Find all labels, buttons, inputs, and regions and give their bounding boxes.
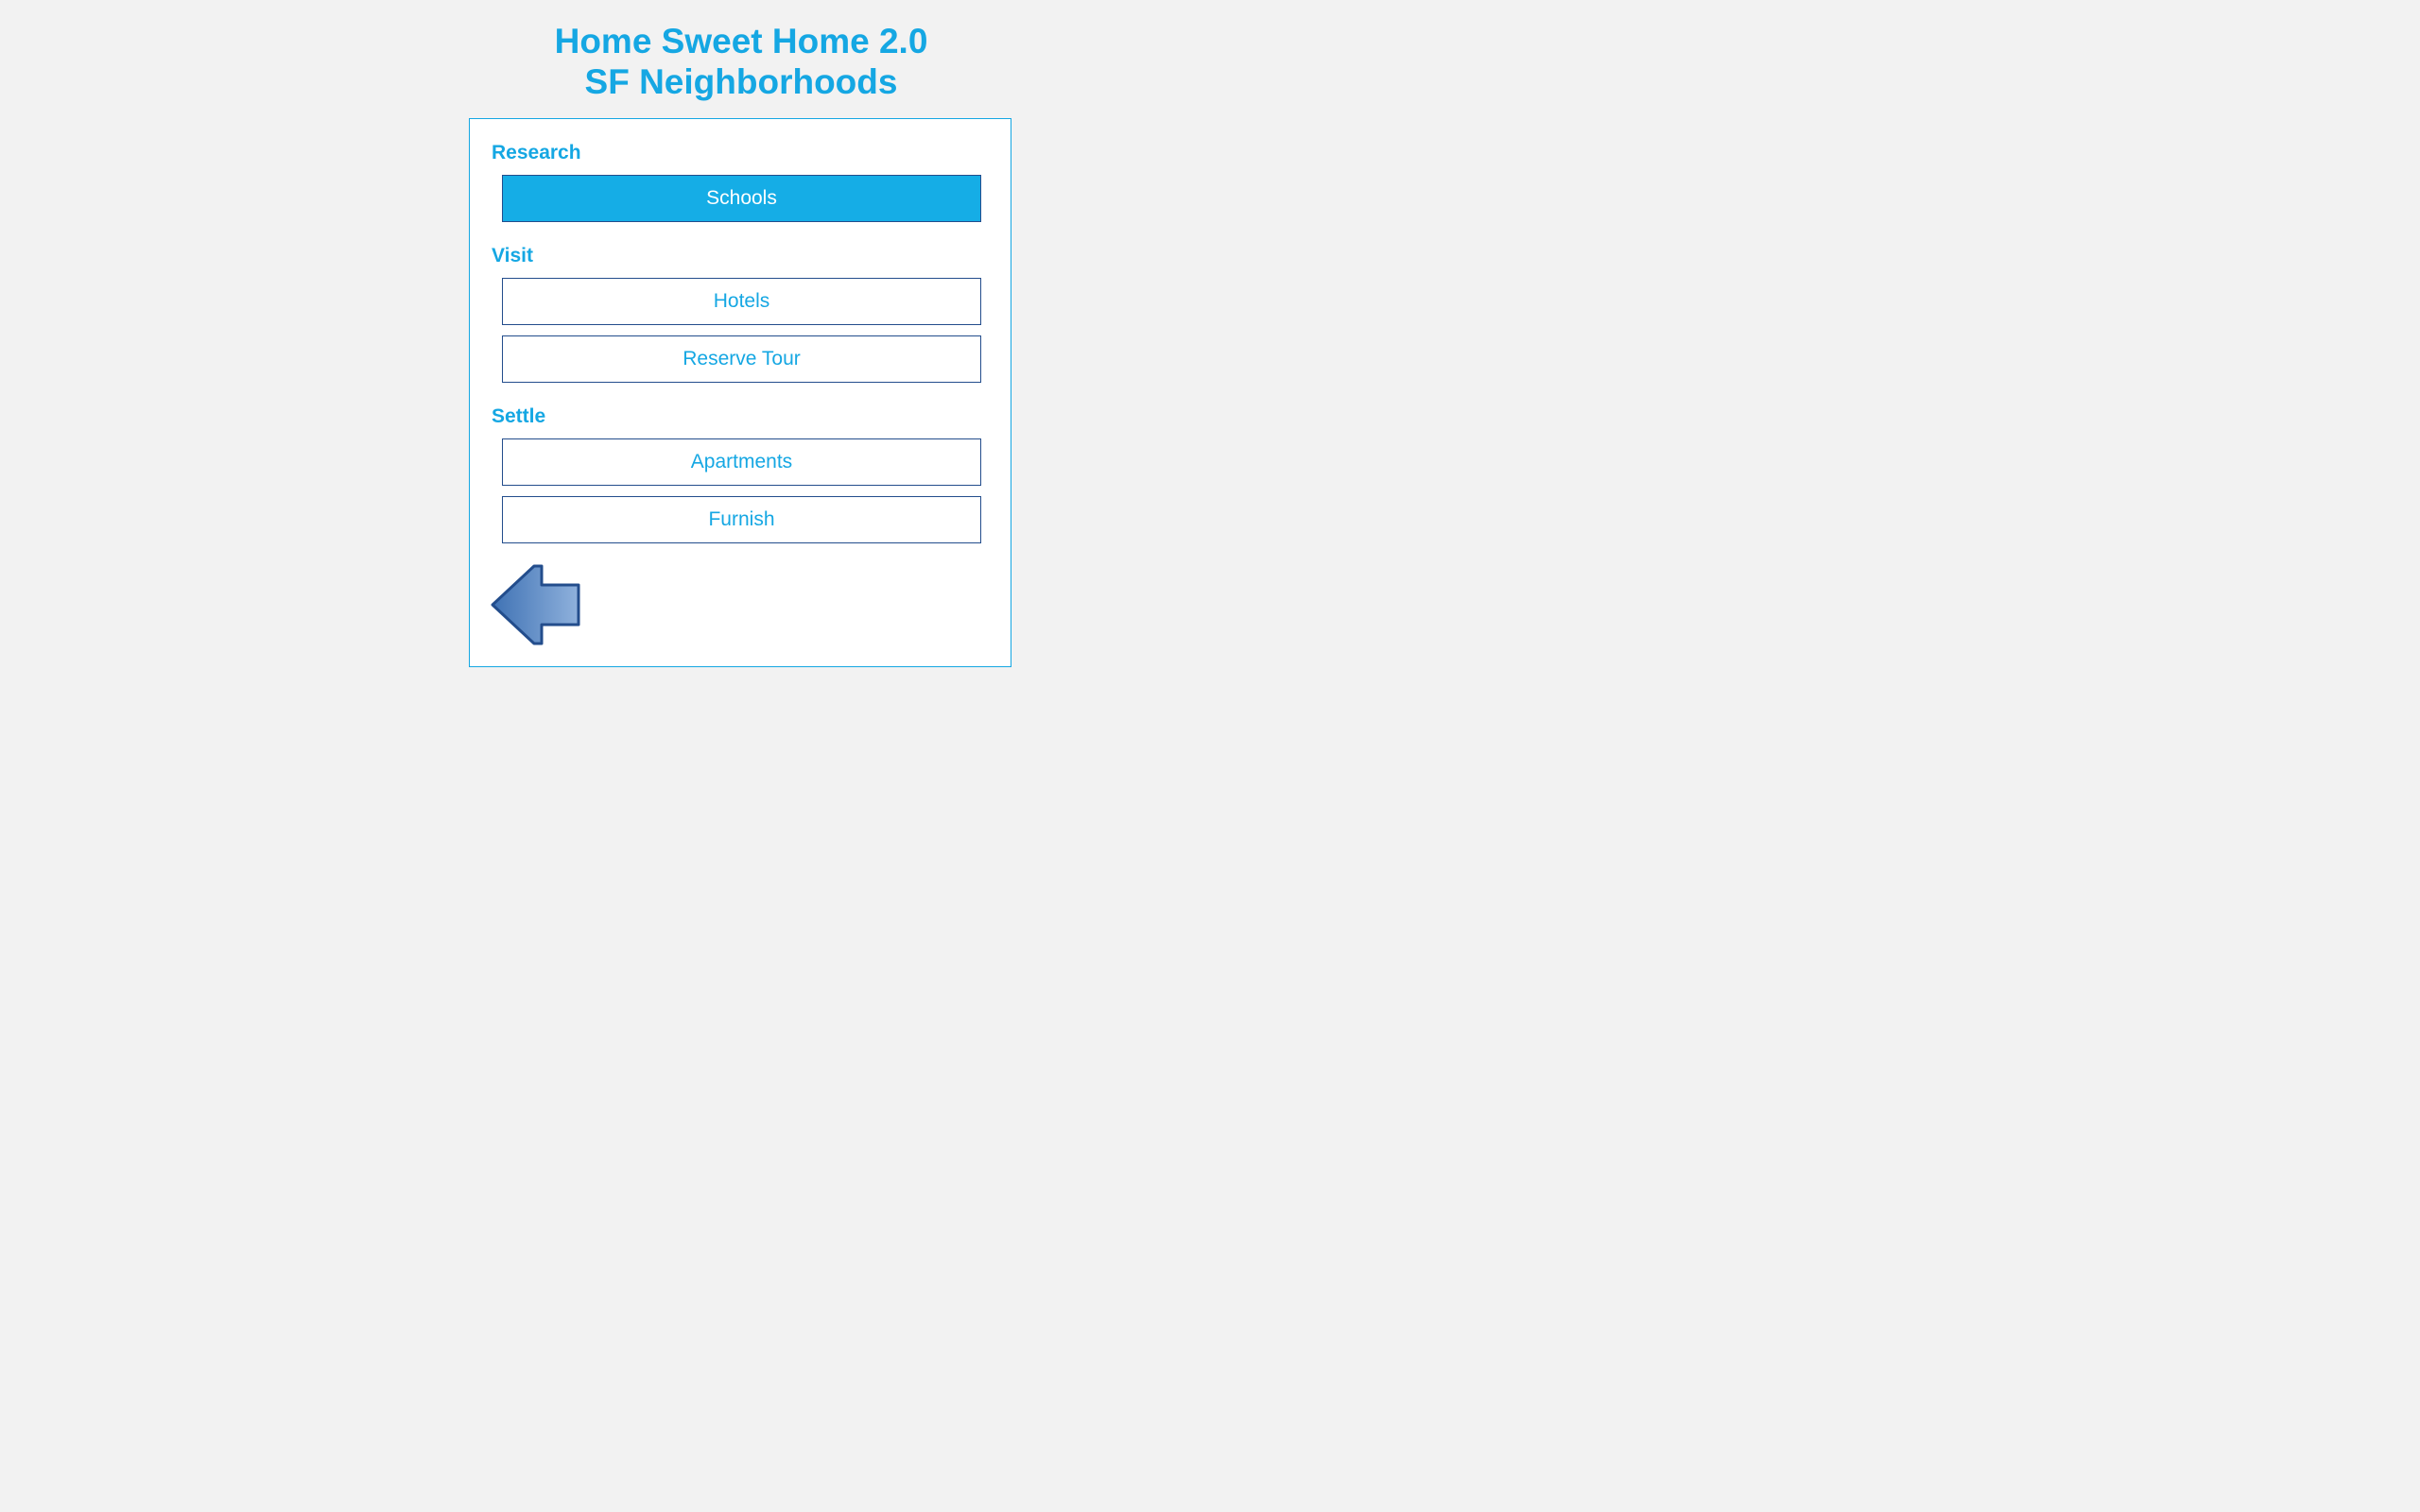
hotels-button[interactable]: Hotels [502,278,981,325]
page: Home Sweet Home 2.0 SF Neighborhoods Res… [0,0,1482,926]
page-title: Home Sweet Home 2.0 SF Neighborhoods [0,21,1482,102]
section-label-settle: Settle [492,405,546,427]
back-arrow-graphic [491,564,580,645]
apartments-button[interactable]: Apartments [502,438,981,486]
reserve-tour-button[interactable]: Reserve Tour [502,335,981,383]
section-label-visit: Visit [492,245,533,266]
app-subtitle: SF Neighborhoods [584,62,898,101]
app-title: Home Sweet Home 2.0 [554,22,928,60]
section-label-research: Research [492,142,581,163]
menu-panel: Research Schools Visit Hotels Reserve To… [469,118,1011,667]
schools-button[interactable]: Schools [502,175,981,222]
arrow-left-icon[interactable] [491,564,581,645]
furnish-button[interactable]: Furnish [502,496,981,543]
